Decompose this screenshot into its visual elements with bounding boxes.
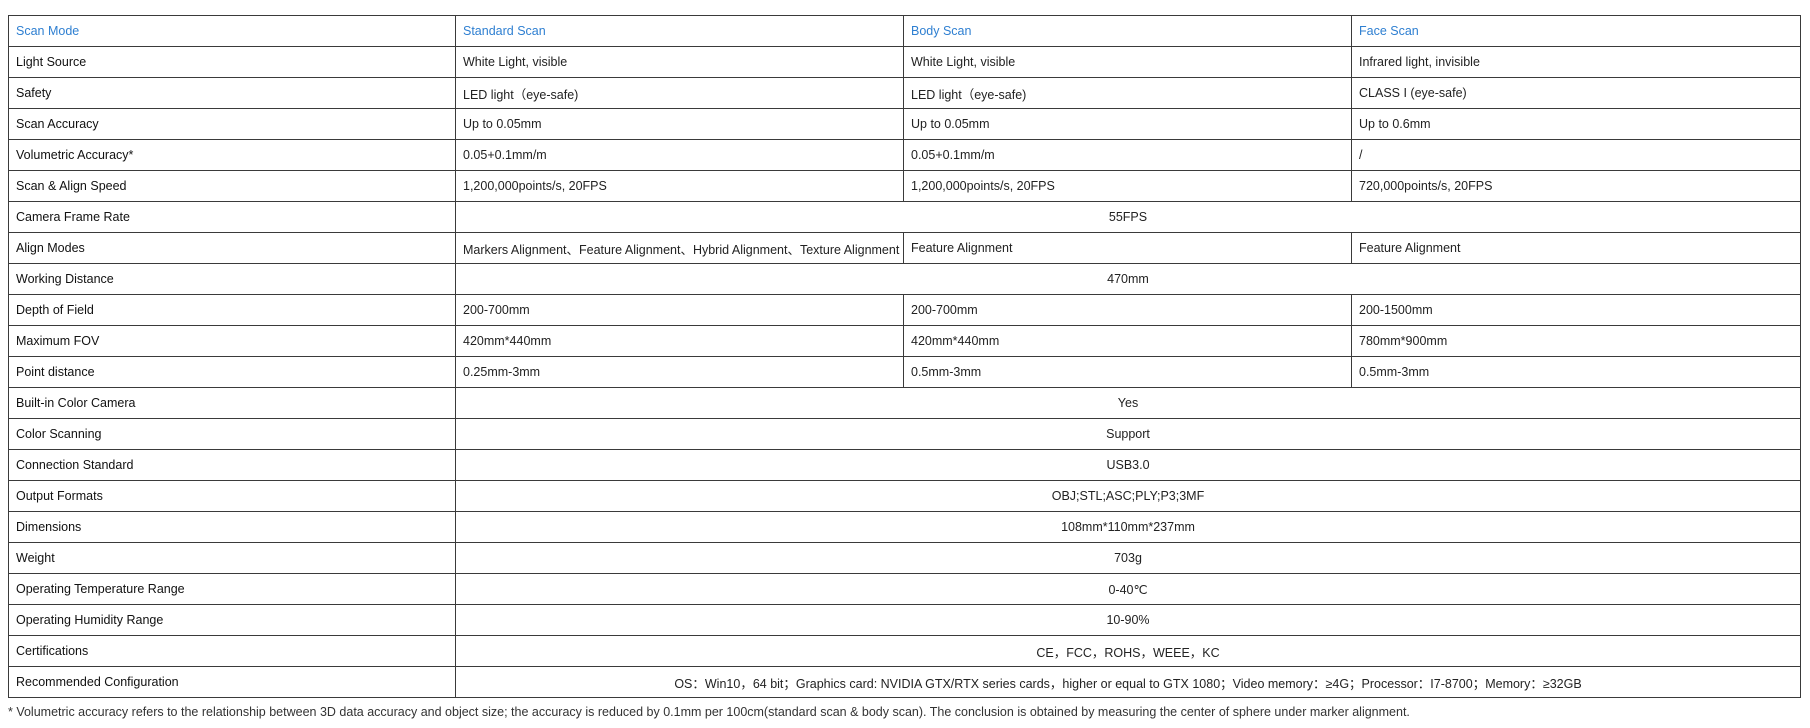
row-value-body-scan: 1,200,000points/s, 20FPS: [903, 170, 1352, 202]
row-label: Weight: [8, 542, 456, 574]
row-label: Scan Accuracy: [8, 108, 456, 140]
row-value-face-scan: Feature Alignment: [1351, 232, 1801, 264]
row-value-all-modes: 10-90%: [455, 604, 1801, 636]
row-label: Operating Humidity Range: [8, 604, 456, 636]
row-value-all-modes: 703g: [455, 542, 1801, 574]
row-label: Depth of Field: [8, 294, 456, 326]
table-row: Recommended Configuration OS：Win10，64 bit…: [8, 666, 1801, 698]
row-value-body-scan: 200-700mm: [903, 294, 1352, 326]
row-value-body-scan: Feature Alignment: [903, 232, 1352, 264]
row-label: Scan & Align Speed: [8, 170, 456, 202]
row-value-standard-scan: Up to 0.05mm: [455, 108, 904, 140]
row-value-face-scan: 0.5mm-3mm: [1351, 356, 1801, 388]
row-value-standard-scan: 0.25mm-3mm: [455, 356, 904, 388]
footnote: * Volumetric accuracy refers to the rela…: [8, 705, 1410, 719]
row-value-standard-scan: Markers Alignment、Feature Alignment、Hybr…: [455, 232, 904, 264]
table-row: Depth of Field 200-700mm 200-700mm 200-1500…: [8, 294, 1801, 326]
row-label: Light Source: [8, 46, 456, 78]
row-value-standard-scan: 420mm*440mm: [455, 325, 904, 357]
row-value-face-scan: CLASS I (eye-safe): [1351, 77, 1801, 109]
row-value-face-scan: Infrared light, invisible: [1351, 46, 1801, 78]
row-value-body-scan: White Light, visible: [903, 46, 1352, 78]
table-row: Safety LED light（eye-safe) LED light（eye-s…: [8, 77, 1801, 109]
row-value-body-scan: 0.05+0.1mm/m: [903, 139, 1352, 171]
table-row: Volumetric Accuracy* 0.05+0.1mm/m 0.05+0.1…: [8, 139, 1801, 171]
header-face-scan: Face Scan: [1351, 15, 1801, 47]
header-scan-mode: Scan Mode: [8, 15, 456, 47]
row-label: Align Modes: [8, 232, 456, 264]
row-value-all-modes: USB3.0: [455, 449, 1801, 481]
row-label: Safety: [8, 77, 456, 109]
row-label: Camera Frame Rate: [8, 201, 456, 233]
table-row: Built-in Color Camera Yes: [8, 387, 1801, 419]
row-value-all-modes: 108mm*110mm*237mm: [455, 511, 1801, 543]
row-label: Volumetric Accuracy*: [8, 139, 456, 171]
table-row: Operating Temperature Range 0-40℃: [8, 573, 1801, 605]
row-value-body-scan: LED light（eye-safe): [903, 77, 1352, 109]
row-label: Operating Temperature Range: [8, 573, 456, 605]
table-row: Camera Frame Rate 55FPS: [8, 201, 1801, 233]
row-value-all-modes: 0-40℃: [455, 573, 1801, 605]
row-label: Certifications: [8, 635, 456, 667]
row-value-all-modes: OS：Win10，64 bit；Graphics card: NVIDIA GT…: [455, 666, 1801, 698]
row-label: Maximum FOV: [8, 325, 456, 357]
row-value-all-modes: 470mm: [455, 263, 1801, 295]
table-row: Light Source White Light, visible White Li…: [8, 46, 1801, 78]
row-label: Recommended Configuration: [8, 666, 456, 698]
row-value-all-modes: Yes: [455, 387, 1801, 419]
row-label: Color Scanning: [8, 418, 456, 450]
row-value-all-modes: 55FPS: [455, 201, 1801, 233]
row-value-body-scan: 0.5mm-3mm: [903, 356, 1352, 388]
table-row: Weight 703g: [8, 542, 1801, 574]
row-value-face-scan: /: [1351, 139, 1801, 171]
row-value-face-scan: Up to 0.6mm: [1351, 108, 1801, 140]
table-row: Working Distance 470mm: [8, 263, 1801, 295]
row-label: Dimensions: [8, 511, 456, 543]
row-label: Point distance: [8, 356, 456, 388]
table-row: Point distance 0.25mm-3mm 0.5mm-3mm 0.5mm-3…: [8, 356, 1801, 388]
table-row: Dimensions 108mm*110mm*237mm: [8, 511, 1801, 543]
row-label: Output Formats: [8, 480, 456, 512]
table-row: Scan Accuracy Up to 0.05mm Up to 0.05mm Up …: [8, 108, 1801, 140]
row-label: Connection Standard: [8, 449, 456, 481]
header-row: Scan Mode Standard Scan Body Scan Face S…: [8, 15, 1801, 47]
spec-table-container: Scan Mode Standard Scan Body Scan Face S…: [8, 15, 1801, 698]
row-value-standard-scan: LED light（eye-safe): [455, 77, 904, 109]
table-row: Operating Humidity Range 10-90%: [8, 604, 1801, 636]
table-row: Align Modes Markers Alignment、Feature Ali…: [8, 232, 1801, 264]
row-value-all-modes: OBJ;STL;ASC;PLY;P3;3MF: [455, 480, 1801, 512]
table-row: Color Scanning Support: [8, 418, 1801, 450]
row-value-standard-scan: 1,200,000points/s, 20FPS: [455, 170, 904, 202]
row-value-face-scan: 720,000points/s, 20FPS: [1351, 170, 1801, 202]
row-value-face-scan: 780mm*900mm: [1351, 325, 1801, 357]
row-label: Working Distance: [8, 263, 456, 295]
spec-table: Scan Mode Standard Scan Body Scan Face S…: [8, 15, 1801, 698]
row-value-standard-scan: White Light, visible: [455, 46, 904, 78]
row-value-face-scan: 200-1500mm: [1351, 294, 1801, 326]
table-row: Maximum FOV 420mm*440mm 420mm*440mm 780mm*9…: [8, 325, 1801, 357]
table-row: Certifications CE，FCC，ROHS，WEEE，KC: [8, 635, 1801, 667]
table-row: Scan & Align Speed 1,200,000points/s, 20F…: [8, 170, 1801, 202]
row-value-all-modes: CE，FCC，ROHS，WEEE，KC: [455, 635, 1801, 667]
header-body-scan: Body Scan: [903, 15, 1352, 47]
row-value-standard-scan: 0.05+0.1mm/m: [455, 139, 904, 171]
row-value-body-scan: Up to 0.05mm: [903, 108, 1352, 140]
row-value-body-scan: 420mm*440mm: [903, 325, 1352, 357]
row-value-all-modes: Support: [455, 418, 1801, 450]
table-row: Connection Standard USB3.0: [8, 449, 1801, 481]
row-label: Built-in Color Camera: [8, 387, 456, 419]
header-standard-scan: Standard Scan: [455, 15, 904, 47]
table-row: Output Formats OBJ;STL;ASC;PLY;P3;3MF: [8, 480, 1801, 512]
row-value-standard-scan: 200-700mm: [455, 294, 904, 326]
